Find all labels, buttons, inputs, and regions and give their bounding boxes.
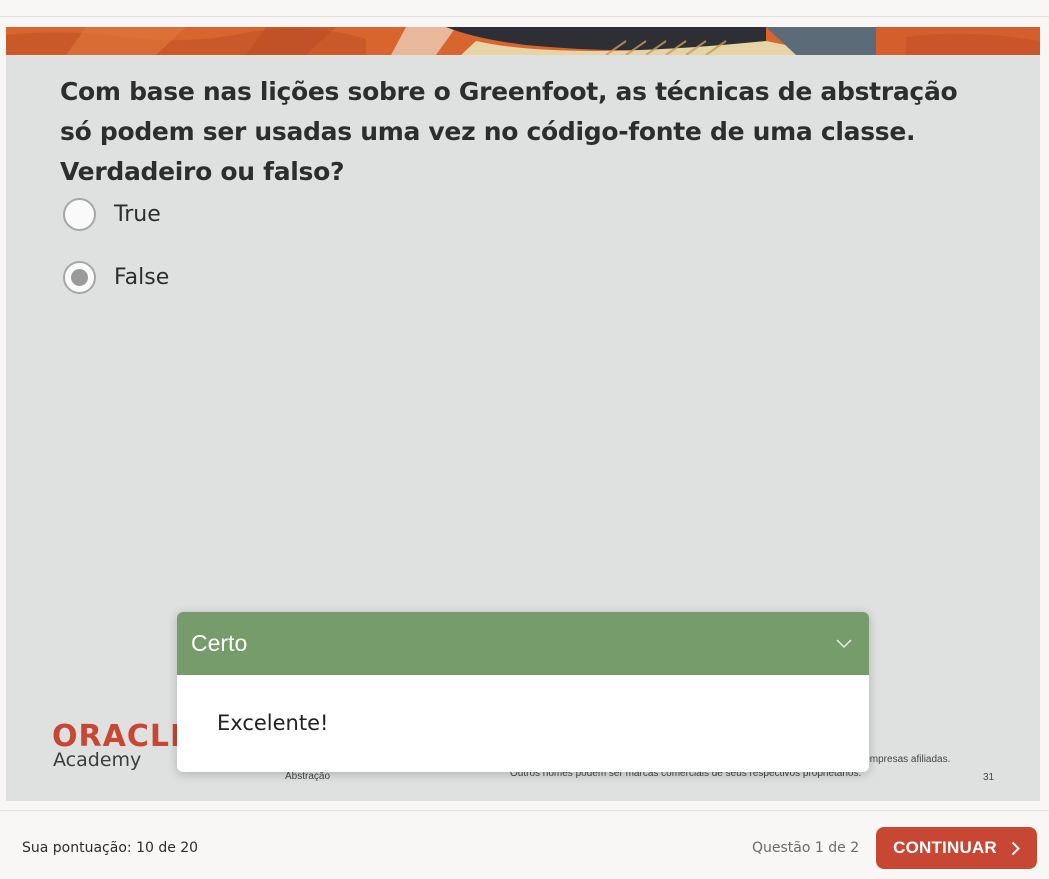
option-true[interactable]: True	[63, 198, 161, 231]
chevron-right-icon	[1011, 841, 1020, 856]
feedback-header[interactable]: Certo	[177, 612, 869, 675]
academy-label: Academy	[53, 749, 142, 771]
slide-topic: Abstração	[285, 771, 331, 782]
chevron-down-icon[interactable]	[835, 635, 853, 653]
bottom-bar: Sua pontuação: 10 de 20 Questão 1 de 2 C…	[0, 810, 1049, 879]
score-label: Sua pontuação: 10 de 20	[22, 840, 199, 856]
decorative-banner	[6, 27, 1040, 55]
continue-button-label: CONTINUAR	[893, 838, 997, 857]
top-strip	[0, 0, 1049, 17]
feedback-panel: Certo Excelente!	[177, 612, 869, 772]
radio-button-false[interactable]	[63, 261, 96, 294]
question-progress: Questão 1 de 2	[752, 840, 860, 856]
continue-button[interactable]: CONTINUAR	[876, 827, 1037, 869]
question-text: Com base nas lições sobre o Greenfoot, a…	[60, 77, 958, 186]
option-label-false: False	[114, 265, 170, 290]
feedback-title: Certo	[191, 630, 248, 656]
slide-page-number: 31	[983, 772, 995, 783]
feedback-message: Excelente!	[217, 711, 329, 735]
radio-button-true[interactable]	[63, 198, 96, 231]
option-false[interactable]: False	[63, 261, 169, 294]
option-label-true: True	[114, 202, 161, 227]
